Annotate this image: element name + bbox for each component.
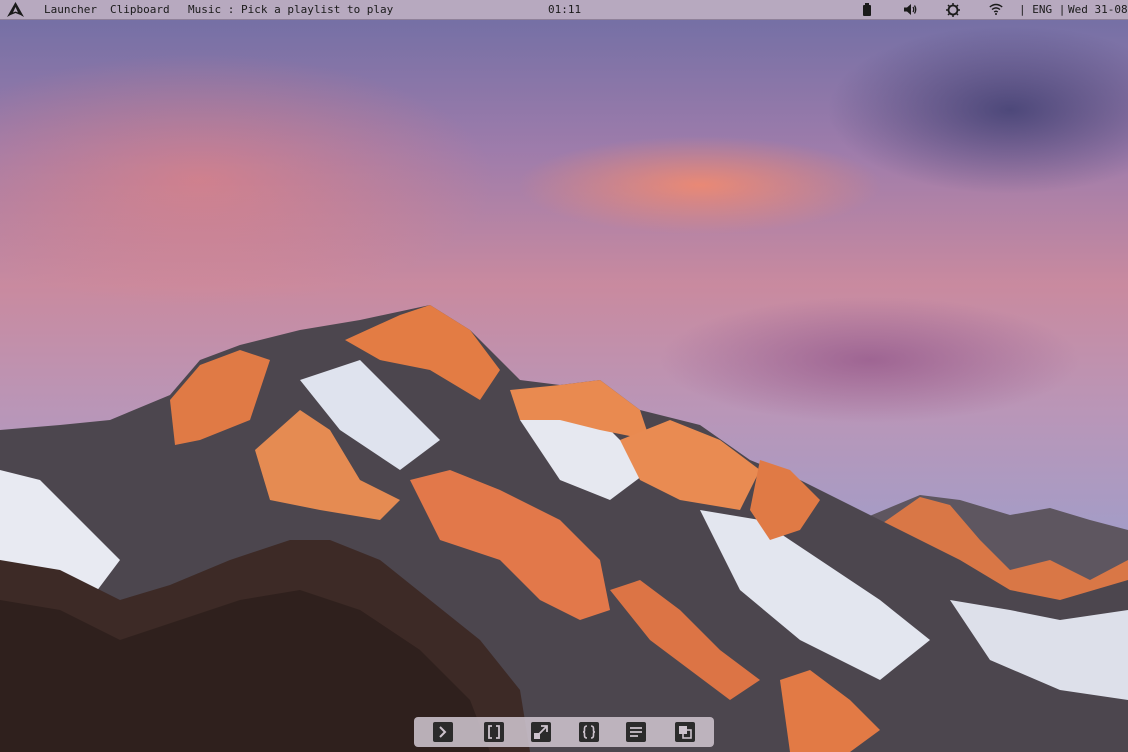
braces-icon[interactable]: [579, 722, 599, 742]
desktop-wallpaper: [0, 0, 1128, 752]
arch-logo-icon[interactable]: [7, 0, 24, 19]
brackets-icon[interactable]: [484, 722, 504, 742]
mountain-landscape: [0, 305, 1128, 752]
windows-icon[interactable]: [675, 722, 695, 742]
date[interactable]: Wed 31-08: [1068, 0, 1128, 19]
keyboard-layout[interactable]: | ENG |: [1019, 0, 1065, 19]
dock: [414, 717, 714, 747]
brightness-icon[interactable]: [946, 0, 960, 19]
launcher-button[interactable]: Launcher: [44, 0, 97, 19]
document-icon[interactable]: [626, 722, 646, 742]
resize-icon[interactable]: [531, 722, 551, 742]
clock[interactable]: 01:11: [548, 0, 581, 19]
battery-icon[interactable]: [862, 0, 876, 19]
top-bar: Launcher Clipboard Music : Pick a playli…: [0, 0, 1128, 20]
music-widget[interactable]: Music : Pick a playlist to play: [188, 0, 393, 19]
wifi-icon[interactable]: [989, 0, 1003, 19]
terminal-icon[interactable]: [433, 722, 453, 742]
volume-icon[interactable]: [903, 0, 917, 19]
clipboard-button[interactable]: Clipboard: [110, 0, 170, 19]
